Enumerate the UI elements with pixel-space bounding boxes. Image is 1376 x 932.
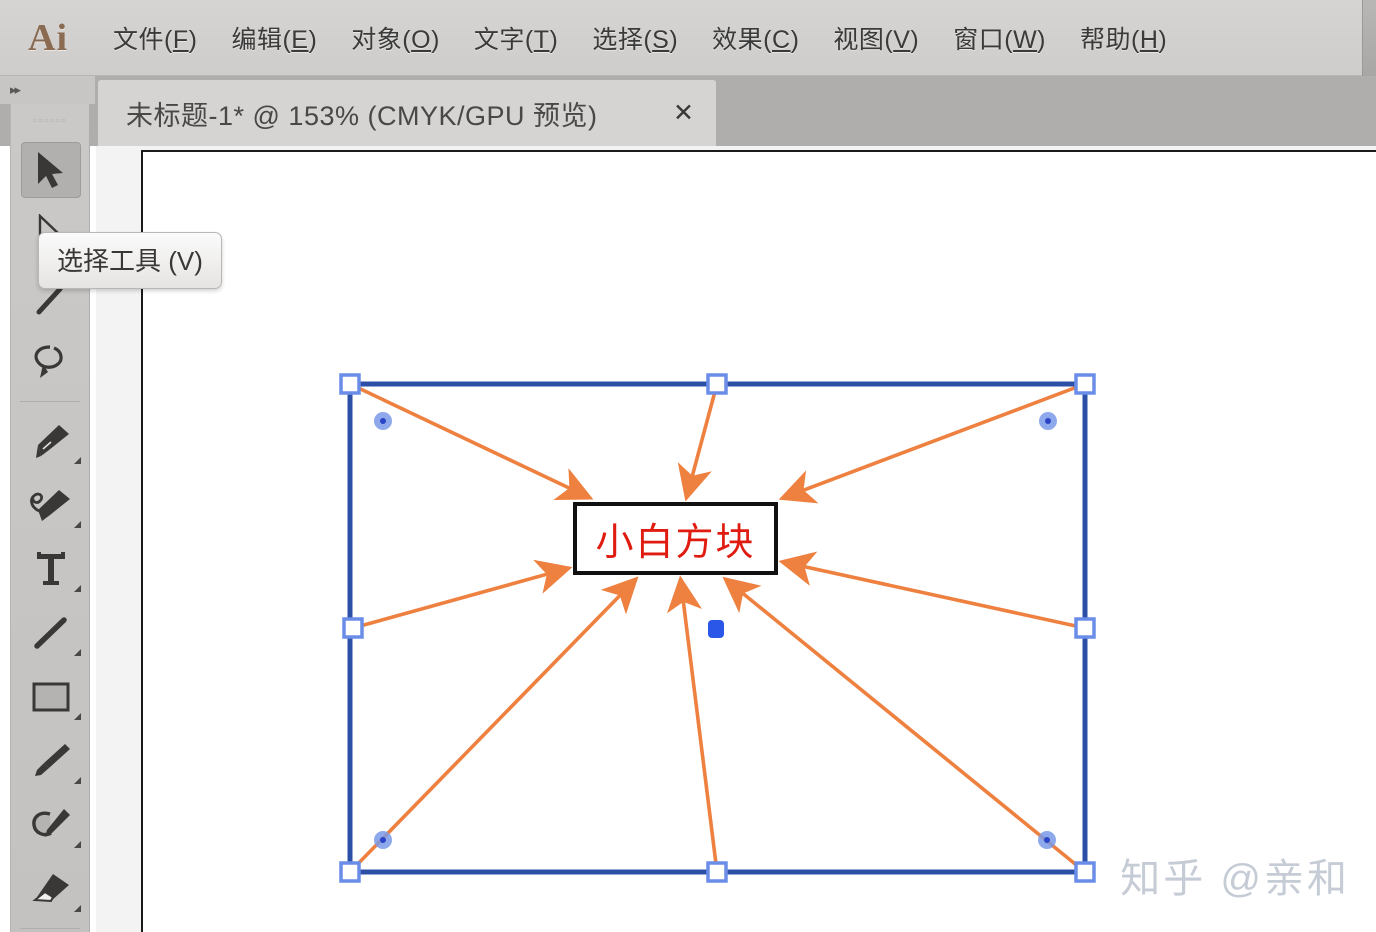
tool-selection-tool[interactable] [11, 138, 91, 202]
tool-rectangle-tool[interactable] [11, 665, 91, 729]
tool-type-tool[interactable] [11, 537, 91, 601]
menu-item-4[interactable]: 文字(T) [457, 16, 575, 60]
tool-group-corner-icon [74, 649, 81, 656]
menu-item-9[interactable]: 帮助(H) [1063, 16, 1184, 60]
type-t-icon [37, 552, 65, 585]
menu-item-label: 视图(V) [833, 25, 920, 54]
tool-eraser-tool[interactable] [11, 857, 91, 921]
shaper-pencil-icon [32, 809, 70, 837]
tool-group-corner-icon [74, 777, 81, 784]
menu-item-5[interactable]: 选择(S) [575, 16, 695, 60]
app-logo-icon: Ai [28, 16, 68, 59]
menu-item-label: 帮助(H) [1080, 25, 1168, 54]
line-segment-icon [34, 617, 67, 649]
menu-item-label: 文字(T) [473, 25, 559, 54]
tool-group-corner-icon [74, 457, 81, 464]
double-chevron-icon: ▸▸ [10, 82, 21, 97]
pen-icon [36, 425, 69, 458]
tool-group-corner-icon [74, 521, 81, 528]
menu-item-label: 编辑(E) [231, 25, 318, 54]
menu-item-6[interactable]: 效果(C) [695, 16, 816, 60]
rectangle-icon [32, 682, 70, 712]
artwork-textbox-label: 小白方块 [595, 522, 756, 564]
menu-item-label: 效果(C) [712, 25, 800, 54]
tool-shaper-tool[interactable] [11, 793, 91, 857]
selection-arrow-icon [38, 152, 63, 188]
menu-item-label: 对象(O) [351, 25, 440, 54]
tool-group-corner-icon [74, 905, 81, 912]
tool-group-corner-icon [74, 585, 81, 592]
tool-lasso-tool[interactable] [11, 330, 91, 394]
tool-group-corner-icon [74, 841, 81, 848]
menu-bar: Ai 文件(F) 编辑(E) 对象(O) 文字(T) 选择(S) 效果(C) 视图(V) 窗口… [0, 0, 1376, 76]
document-tab[interactable]: 未标题-1* @ 153% (CMYK/GPU 预览) ✕ [98, 80, 716, 146]
paintbrush-icon [35, 744, 70, 776]
document-tab-title: 未标题-1* @ 153% (CMYK/GPU 预览) [126, 100, 598, 131]
menu-item-7[interactable]: 视图(V) [816, 16, 936, 60]
menu-items: 文件(F) 编辑(E) 对象(O) 文字(T) 选择(S) 效果(C) 视图(V) 窗口(W)… [96, 16, 1184, 60]
eraser-icon [32, 874, 69, 903]
menu-item-2[interactable]: 编辑(E) [214, 16, 334, 60]
menu-item-3[interactable]: 对象(O) [334, 16, 457, 60]
tool-curvature-tool[interactable] [11, 473, 91, 537]
zhihu-watermark: 知乎 @亲和 [1120, 857, 1350, 901]
tool-group-corner-icon [74, 713, 81, 720]
illustrator-window: Ai 文件(F) 编辑(E) 对象(O) 文字(T) 选择(S) 效果(C) 视图(V) 窗口… [0, 0, 1376, 932]
tools-panel-grip[interactable]: ▫▫▫▫▫▫ [11, 104, 89, 138]
artwork-textbox[interactable]: 小白方块 [573, 502, 778, 575]
tools-panel: ▫▫▫▫▫▫ [10, 104, 90, 932]
tool-paintbrush-tool[interactable] [11, 729, 91, 793]
toolbar-divider [20, 928, 80, 929]
menu-item-label: 窗口(W) [953, 25, 1046, 54]
menu-item-label: 选择(S) [592, 25, 679, 54]
menu-item-8[interactable]: 窗口(W) [936, 16, 1063, 60]
toolbar-divider [20, 401, 80, 402]
panel-collapse-button[interactable]: ▸▸ [0, 76, 96, 104]
menu-item-label: 文件(F) [113, 25, 198, 54]
tool-pen-tool[interactable] [11, 409, 91, 473]
tool-line-segment-tool[interactable] [11, 601, 91, 665]
lasso-icon [34, 345, 63, 378]
document-tab-strip: ▸▸ 未标题-1* @ 153% (CMYK/GPU 预览) ✕ [0, 76, 1376, 146]
close-icon[interactable]: ✕ [673, 98, 694, 128]
menu-item-1[interactable]: 文件(F) [96, 16, 214, 60]
menubar-right-strip [1362, 0, 1376, 76]
curvature-pen-icon [30, 490, 70, 521]
tool-tooltip: 选择工具 (V) [38, 232, 222, 289]
